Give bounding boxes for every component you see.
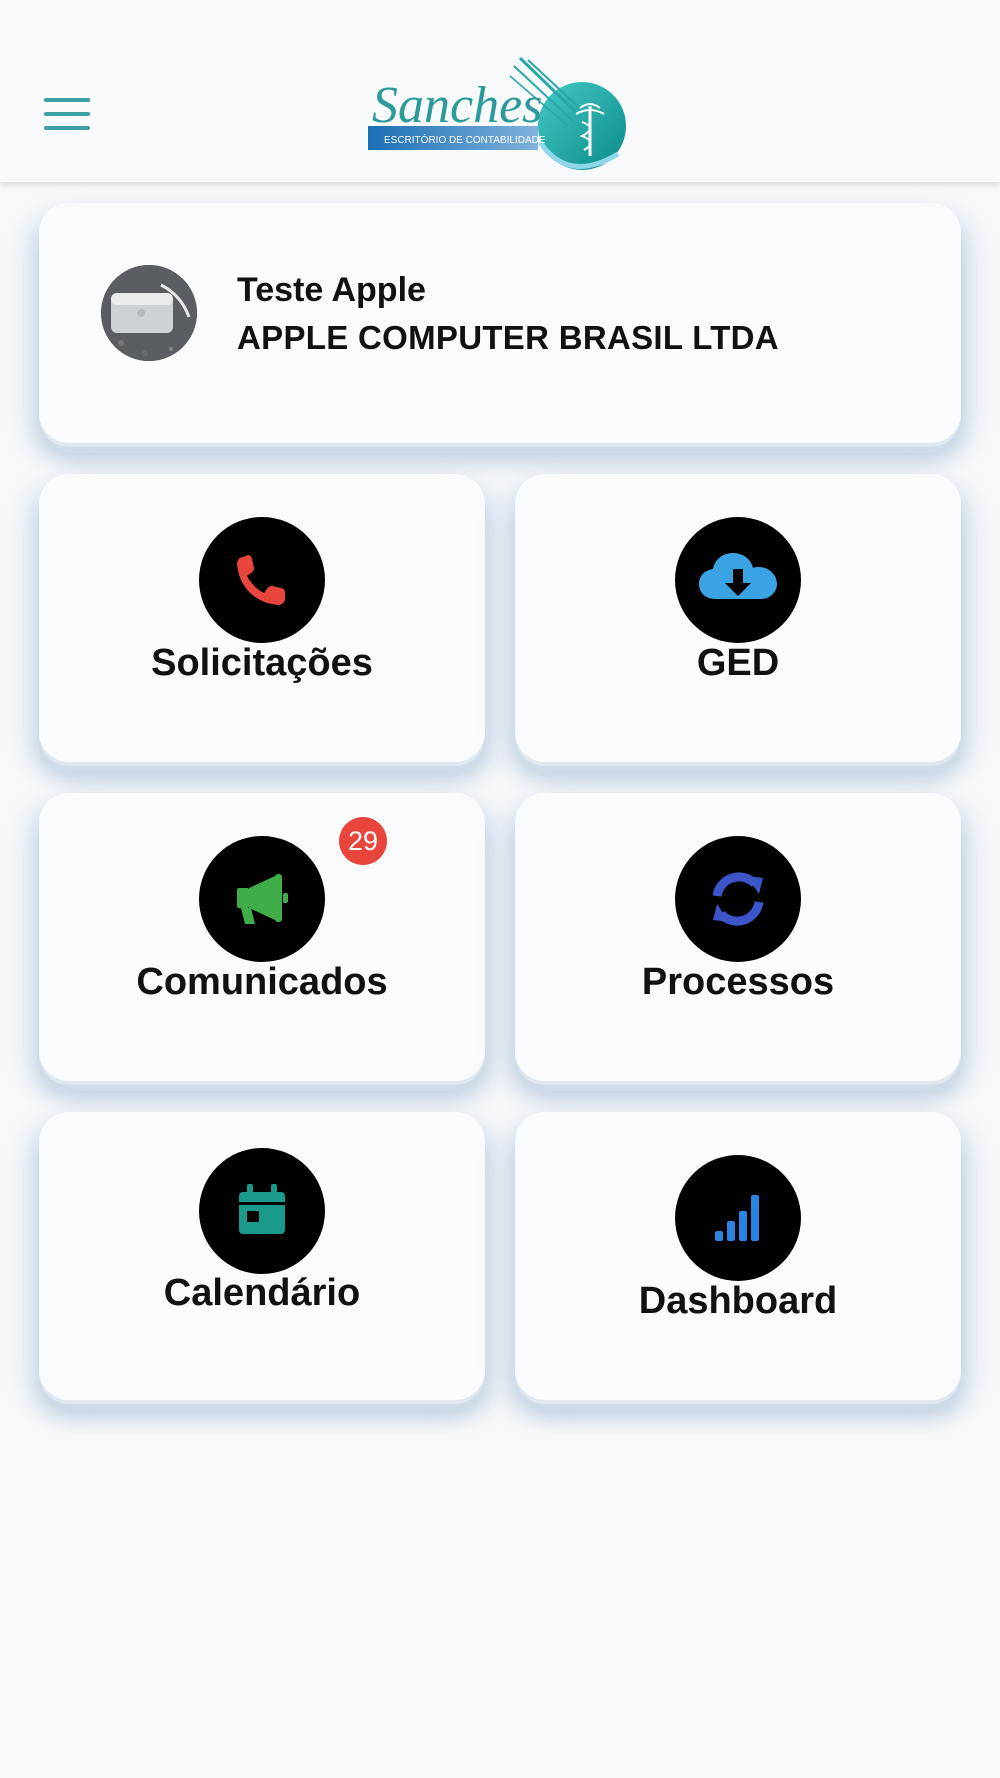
- tile-processos[interactable]: Processos: [515, 793, 961, 1081]
- tile-comunicados[interactable]: 29 Comunicados: [39, 793, 485, 1081]
- sanches-logo: Sanches ESCRITÓRIO DE CONTABILIDADE: [368, 56, 626, 170]
- tile-label: Calendário: [163, 1272, 361, 1314]
- svg-text:Sanches: Sanches: [372, 77, 542, 134]
- calendar-icon: [239, 1184, 285, 1234]
- profile-name: Teste Apple: [237, 271, 426, 309]
- tile-label: Solicitações: [151, 642, 373, 684]
- tile-solicitacoes[interactable]: Solicitações: [39, 474, 485, 762]
- tile-label: GED: [696, 642, 780, 684]
- avatar: [101, 265, 197, 361]
- megaphone-icon: [237, 874, 288, 924]
- comunicados-icon-circle: [199, 836, 325, 962]
- dashboard-icon-circle: [675, 1155, 801, 1281]
- tile-dashboard[interactable]: Dashboard: [515, 1112, 961, 1400]
- profile-card[interactable]: Teste Apple APPLE COMPUTER BRASIL LTDA: [39, 203, 961, 443]
- tile-calendario[interactable]: Calendário: [39, 1112, 485, 1400]
- sync-icon: [712, 872, 764, 926]
- processos-icon-circle: [675, 836, 801, 962]
- phone-icon: [237, 555, 285, 605]
- tile-label: Processos: [641, 961, 835, 1003]
- cloud-download-icon: [699, 553, 777, 599]
- svg-text:ESCRITÓRIO DE CONTABILIDADE: ESCRITÓRIO DE CONTABILIDADE: [384, 133, 546, 146]
- signal-bars-icon: [715, 1195, 759, 1241]
- hamburger-menu-icon[interactable]: [44, 98, 90, 134]
- solicitacoes-icon-circle: [199, 517, 325, 643]
- tile-label: Comunicados: [136, 961, 388, 1003]
- tile-ged[interactable]: GED: [515, 474, 961, 762]
- notification-badge: 29: [339, 817, 387, 865]
- ged-icon-circle: [675, 517, 801, 643]
- app-header: Sanches ESCRITÓRIO DE CONTABILIDADE: [0, 0, 1000, 182]
- profile-company: APPLE COMPUTER BRASIL LTDA: [237, 319, 779, 356]
- tile-label: Dashboard: [638, 1280, 838, 1322]
- calendario-icon-circle: [199, 1148, 325, 1274]
